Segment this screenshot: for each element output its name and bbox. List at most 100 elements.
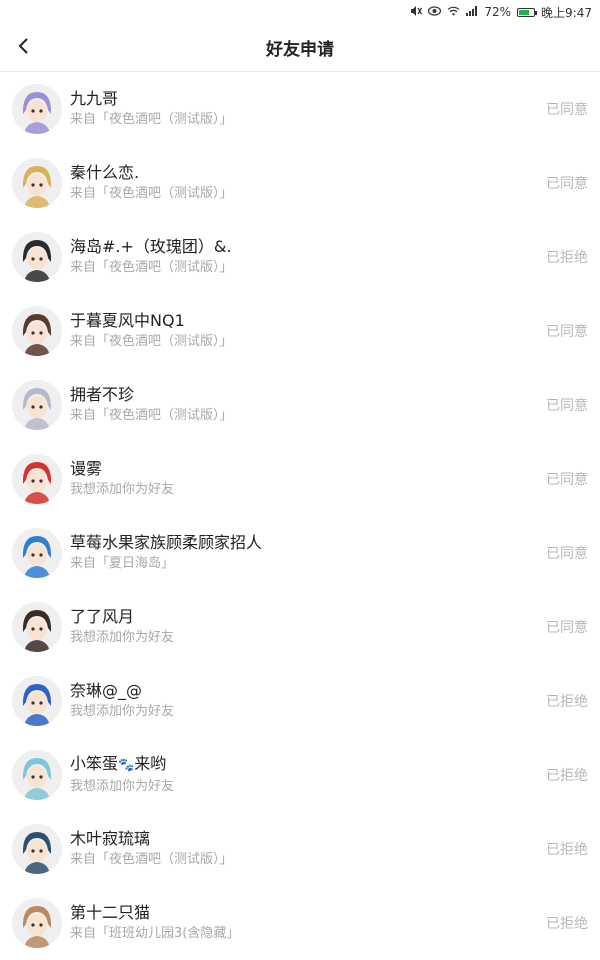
request-name-text: 奈琳@_@ — [70, 681, 143, 700]
request-status: 已拒绝 — [546, 768, 588, 784]
request-info: 秦什么恋. 来自「夜色酒吧（测试版）」 — [70, 162, 546, 204]
request-info: 奈琳@_@ 我想添加你为好友 — [70, 680, 546, 722]
request-source: 我想添加你为好友 — [70, 779, 175, 794]
request-name-text: 九九哥 — [70, 89, 119, 108]
friend-request-row[interactable]: 了了风月 我想添加你为好友 已同意 — [0, 590, 600, 664]
friend-request-row[interactable]: 谩雾 我想添加你为好友 已同意 — [0, 442, 600, 516]
friend-request-row[interactable]: 奈琳@_@ 我想添加你为好友 已拒绝 — [0, 664, 600, 738]
signal-icon — [466, 6, 478, 18]
request-source: 来自「夏日海岛」 — [70, 556, 175, 571]
page-title: 好友申请 — [266, 40, 334, 60]
request-info: 谩雾我想添加你为好友 — [70, 458, 546, 500]
request-info: 木叶寂琉璃来自「夜色酒吧（测试版）」 — [70, 828, 546, 870]
request-source: 我想添加你为好友 — [70, 482, 175, 497]
request-status: 已同意 — [546, 324, 588, 340]
friend-request-row[interactable]: 拥者不珍 来自「夜色酒吧（测试版）」 已同意 — [0, 368, 600, 442]
request-status: 已同意 — [546, 546, 588, 562]
request-info: 海岛#.+（玫瑰团）&. 来自「夜色酒吧（测试版）」 — [70, 236, 546, 278]
request-info: 于暮夏风中NQ1 来自「夜色酒吧（测试版）」 — [70, 310, 546, 352]
avatar[interactable] — [12, 454, 62, 504]
wifi-icon — [447, 6, 460, 18]
header: 好友申请 — [0, 24, 600, 72]
friend-request-row[interactable]: 草莓水果家族顾柔顾家招人 来自「夏日海岛」 已同意 — [0, 516, 600, 590]
request-source: 来自「夜色酒吧（测试版）」 — [70, 408, 233, 423]
request-name-text: 谩雾 — [70, 459, 103, 478]
friend-request-row[interactable]: 秦什么恋. 来自「夜色酒吧（测试版）」 已同意 — [0, 146, 600, 220]
request-name-suffix: 来哟 — [134, 754, 167, 773]
request-name-text: 木叶寂琉璃 — [70, 829, 151, 848]
request-source: 来自「夜色酒吧（测试版）」 — [70, 334, 233, 349]
request-name: 秦什么恋. — [70, 162, 546, 184]
avatar[interactable] — [12, 158, 62, 208]
request-name-text: 秦什么恋. — [70, 163, 140, 182]
request-info: 九九哥来自「夜色酒吧（测试版）」 — [70, 88, 546, 130]
request-status: 已拒绝 — [546, 694, 588, 710]
friend-request-row[interactable]: 小笨蛋🐾来哟 我想添加你为好友 已拒绝 — [0, 738, 600, 812]
request-name-text: 拥者不珍 — [70, 385, 135, 404]
friend-request-list: 九九哥 来自「夜色酒吧（测试版）」 已同意 秦什么恋. 来自「夜色酒吧（测试版）」 已同意… — [0, 72, 600, 960]
request-status: 已同意 — [546, 398, 588, 414]
request-status: 已同意 — [546, 102, 588, 118]
request-info: 了了风月我想添加你为好友 — [70, 606, 546, 648]
request-source: 来自「夜色酒吧（测试版）」 — [70, 852, 233, 867]
request-source: 来自「夜色酒吧（测试版）」 — [70, 260, 233, 275]
battery-level — [519, 9, 530, 15]
request-source: 来自「班班幼儿园3(含隐藏」 — [70, 926, 240, 941]
status-bar: 72% 晚上9:47 — [0, 0, 600, 24]
request-name: 木叶寂琉璃 — [70, 828, 546, 850]
avatar[interactable] — [12, 750, 62, 800]
friend-request-row[interactable]: 木叶寂琉璃 来自「夜色酒吧（测试版）」 已拒绝 — [0, 812, 600, 886]
request-info: 拥者不珍来自「夜色酒吧（测试版）」 — [70, 384, 546, 426]
request-name: 了了风月 — [70, 606, 546, 628]
request-name: 奈琳@_@ — [70, 680, 546, 702]
friend-request-row[interactable]: 九九哥 来自「夜色酒吧（测试版）」 已同意 — [0, 72, 600, 146]
request-info: 草莓水果家族顾柔顾家招人来自「夏日海岛」 — [70, 532, 546, 574]
chevron-left-icon — [17, 37, 31, 59]
request-source: 我想添加你为好友 — [70, 704, 175, 719]
back-button[interactable] — [8, 32, 40, 64]
avatar[interactable] — [12, 898, 62, 948]
request-status: 已同意 — [546, 176, 588, 192]
request-name: 草莓水果家族顾柔顾家招人 — [70, 532, 546, 554]
request-name: 第十二只猫 — [70, 902, 546, 924]
request-name: 拥者不珍 — [70, 384, 546, 406]
request-source: 我想添加你为好友 — [70, 630, 175, 645]
request-status: 已同意 — [546, 472, 588, 488]
request-name-text: 小笨蛋 — [70, 754, 119, 773]
request-status: 已拒绝 — [546, 916, 588, 932]
request-name-text: 了了风月 — [70, 607, 135, 626]
request-name-text: 海岛#.+（玫瑰团）&. — [70, 237, 232, 256]
avatar[interactable] — [12, 84, 62, 134]
request-name: 海岛#.+（玫瑰团）&. — [70, 236, 546, 258]
request-status: 已拒绝 — [546, 842, 588, 858]
battery-icon — [517, 7, 538, 17]
request-name-text: 第十二只猫 — [70, 903, 151, 922]
friend-request-row[interactable]: 第十二只猫 来自「班班幼儿园3(含隐藏」 已拒绝 — [0, 886, 600, 960]
avatar[interactable] — [12, 824, 62, 874]
avatar[interactable] — [12, 232, 62, 282]
battery-text: 72% — [484, 5, 512, 19]
request-source: 来自「夜色酒吧（测试版）」 — [70, 186, 233, 201]
friend-request-row[interactable]: 于暮夏风中NQ1 来自「夜色酒吧（测试版）」 已同意 — [0, 294, 600, 368]
mute-icon — [409, 5, 423, 19]
request-name: 小笨蛋🐾来哟 — [70, 753, 546, 777]
request-status: 已拒绝 — [546, 250, 588, 266]
eye-icon — [428, 6, 442, 18]
request-name-text: 于暮夏风中NQ1 — [70, 311, 185, 330]
avatar[interactable] — [12, 380, 62, 430]
avatar[interactable] — [12, 528, 62, 578]
request-name: 谩雾 — [70, 458, 546, 480]
request-info: 小笨蛋🐾来哟我想添加你为好友 — [70, 753, 546, 797]
request-name: 于暮夏风中NQ1 — [70, 310, 546, 332]
avatar[interactable] — [12, 676, 62, 726]
avatar[interactable] — [12, 306, 62, 356]
paw-icon: 🐾 — [118, 758, 135, 773]
avatar[interactable] — [12, 602, 62, 652]
status-time: 晚上9:47 — [541, 5, 592, 20]
request-source: 来自「夜色酒吧（测试版）」 — [70, 112, 233, 127]
request-info: 第十二只猫来自「班班幼儿园3(含隐藏」 — [70, 902, 546, 944]
friend-request-row[interactable]: 海岛#.+（玫瑰团）&. 来自「夜色酒吧（测试版）」 已拒绝 — [0, 220, 600, 294]
request-name: 九九哥 — [70, 88, 546, 110]
request-status: 已同意 — [546, 620, 588, 636]
request-name-text: 草莓水果家族顾柔顾家招人 — [70, 533, 263, 552]
